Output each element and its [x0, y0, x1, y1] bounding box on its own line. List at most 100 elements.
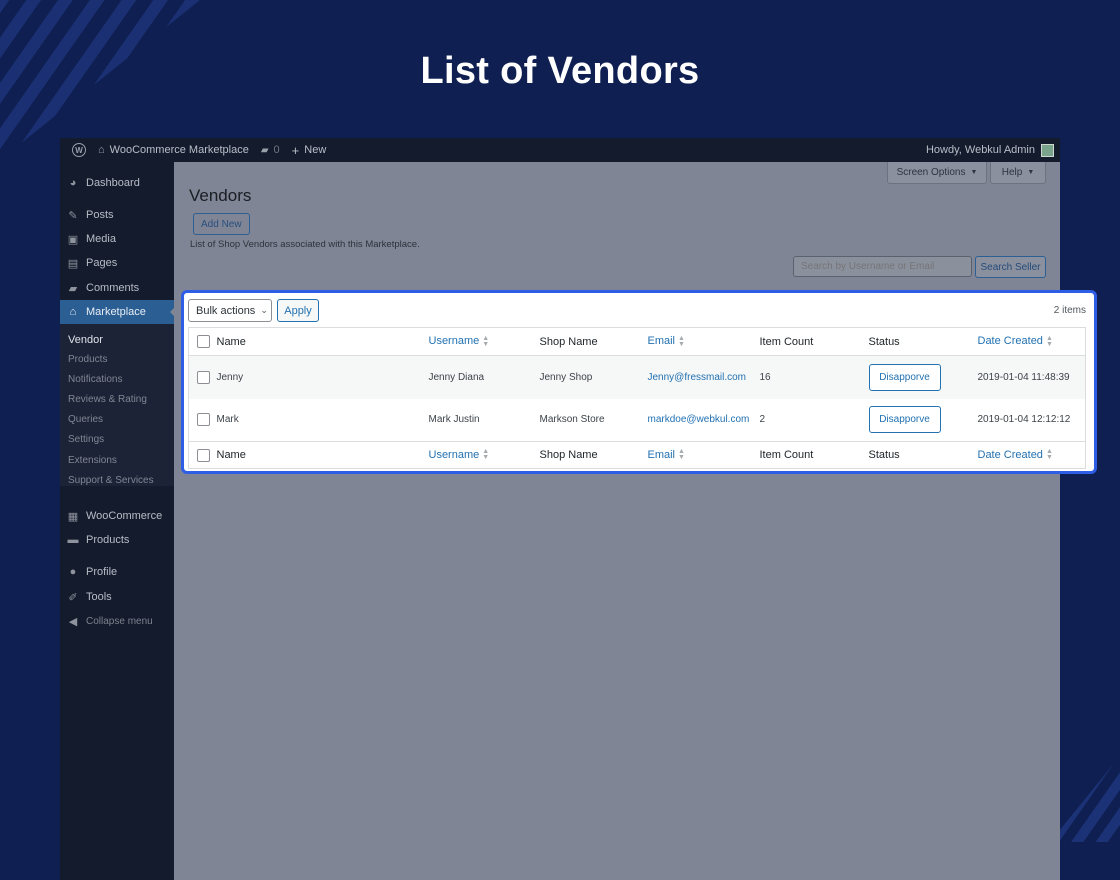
menu-label: Collapse menu [86, 615, 153, 627]
caret-down-icon: ▼ [1027, 169, 1035, 176]
menu-label: WooCommerce [86, 510, 163, 522]
submenu-reviews-rating[interactable]: Reviews & Rating [68, 394, 147, 405]
search-seller-button[interactable]: Search Seller [975, 256, 1046, 278]
table-row: Mark Mark Justin Markson Store markdoe@w… [189, 399, 1086, 442]
screen-options-button[interactable]: Screen Options ▼ [887, 162, 987, 184]
disapprove-button[interactable]: Disapporve [868, 363, 941, 391]
cell-item-count: 16 [759, 371, 771, 383]
menu-item-dashboard[interactable]: ◕ Dashboard [60, 171, 174, 195]
help-label: Help [1001, 167, 1023, 178]
footer-column-email-sort[interactable]: Email ▲ ▼ [648, 442, 760, 469]
cell-date-created: 2019-01-04 11:48:39 [977, 371, 1070, 383]
user-icon: ● [69, 566, 77, 578]
select-all-checkbox[interactable] [197, 335, 210, 348]
menu-item-collapse[interactable]: ◀ Collapse menu [60, 609, 174, 633]
table-footer-row: Name Username ▲ ▼ Shop Name Email ▲ ▼ Item C… [188, 441, 1086, 469]
cell-shop-name: Jenny Shop [539, 371, 593, 383]
footer-column-status: Status [868, 449, 900, 461]
menu-label: Tools [86, 591, 112, 603]
row-checkbox[interactable] [197, 413, 210, 427]
column-username-sort[interactable]: Username ▲ ▼ [429, 328, 540, 356]
apply-button[interactable]: Apply [277, 299, 319, 322]
column-status: Status [868, 335, 900, 348]
store-icon: ⌂ [69, 306, 77, 318]
site-name-link[interactable]: ⌂ WooCommerce Marketplace [98, 144, 249, 156]
bulk-actions-select[interactable]: Bulk actions ⌄ [188, 299, 272, 322]
pages-icon: ▤ [67, 257, 79, 270]
footer-column-shop-name: Shop Name [539, 449, 598, 461]
submenu-notifications[interactable]: Notifications [68, 374, 122, 385]
screen-options-label: Screen Options [896, 167, 966, 178]
menu-item-profile[interactable]: ● Profile [60, 560, 174, 584]
menu-label: Dashboard [86, 177, 140, 189]
search-input[interactable] [793, 256, 972, 277]
submenu-support-services[interactable]: Support & Services [68, 475, 154, 486]
submenu-vendor[interactable]: Vendor [68, 334, 103, 346]
row-checkbox[interactable] [197, 370, 210, 384]
cell-username: Jenny Diana [428, 371, 485, 383]
select-all-checkbox-footer[interactable] [197, 448, 210, 462]
table-header-row: Name Username ▲ ▼ Shop Name Email ▲ ▼ Item C… [188, 328, 1086, 356]
comments-link[interactable]: ▰ 0 [261, 144, 280, 156]
submenu-extensions[interactable]: Extensions [68, 455, 117, 466]
footer-column-username-sort[interactable]: Username ▲ ▼ [429, 442, 540, 469]
sort-icon: ▲ ▼ [678, 448, 685, 462]
column-date-created-sort[interactable]: Date Created ▲ ▼ [978, 328, 1086, 356]
main-content: Screen Options ▼ Help ▼ Vendors Add New … [174, 162, 1060, 880]
greeting: Howdy, Webkul Admin [925, 144, 1035, 156]
menu-item-media[interactable]: ▣ Media [60, 227, 174, 251]
column-username: Username [428, 335, 480, 348]
dashboard-icon: ◕ [69, 177, 77, 189]
admin-bar: W ⌂ WooCommerce Marketplace ▰ 0 + New Ho… [60, 138, 1060, 162]
sort-icon: ▲ ▼ [482, 334, 490, 348]
new-content-link[interactable]: + New [292, 143, 327, 158]
comment-icon: ▰ [68, 282, 78, 295]
submenu-queries[interactable]: Queries [68, 414, 103, 425]
pin-icon: ✎ [68, 209, 78, 222]
archive-icon: ▬ [67, 534, 79, 546]
menu-item-pages[interactable]: ▤ Pages [60, 251, 174, 275]
menu-item-posts[interactable]: ✎ Posts [60, 203, 174, 227]
column-name: Name [216, 335, 246, 348]
wordpress-logo[interactable]: W [72, 143, 86, 157]
disapprove-button[interactable]: Disapporve [868, 406, 941, 434]
menu-item-comments[interactable]: ▰ Comments [60, 276, 174, 300]
menu-label: Media [86, 233, 116, 245]
decorative-stripes-bottom-right [1050, 756, 1120, 842]
column-date-created: Date Created [977, 335, 1043, 348]
marketplace-submenu: Vendor Products Notifications Reviews & … [60, 324, 174, 486]
plus-icon: + [291, 142, 300, 158]
cell-email[interactable]: Jenny@fressmail.com [648, 356, 760, 399]
vendors-table-panel: Bulk actions ⌄ Apply 2 items Name Userna… [181, 290, 1097, 474]
menu-label: Comments [86, 282, 140, 294]
submenu-products[interactable]: Products [68, 354, 107, 365]
wordpress-icon: W [72, 143, 86, 157]
add-new-button[interactable]: Add New [193, 213, 250, 235]
avatar [1041, 143, 1054, 157]
table-row: Jenny Jenny Diana Jenny Shop Jenny@fress… [188, 355, 1086, 399]
menu-label: Posts [86, 209, 114, 221]
footer-column-date-created-sort[interactable]: Date Created ▲ ▼ [978, 442, 1086, 469]
account-menu[interactable]: Howdy, Webkul Admin [926, 138, 1054, 162]
submenu-settings[interactable]: Settings [68, 434, 104, 445]
chevron-down-icon: ⌄ [260, 305, 268, 315]
cell-email[interactable]: markdoe@webkul.com [648, 399, 760, 442]
wrench-icon: ✐ [68, 591, 78, 604]
menu-item-products[interactable]: ▬ Products [60, 528, 174, 552]
sort-icon: ▲ ▼ [1045, 448, 1053, 462]
menu-item-woocommerce[interactable]: ▦ WooCommerce [60, 504, 174, 528]
help-button[interactable]: Help ▼ [990, 162, 1046, 184]
footer-column-date-created: Date Created [977, 448, 1043, 461]
menu-item-marketplace[interactable]: ⌂ Marketplace [60, 300, 175, 324]
column-email-sort[interactable]: Email ▲ ▼ [648, 328, 760, 356]
menu-item-tools[interactable]: ✐ Tools [60, 585, 174, 609]
menu-label: Profile [86, 566, 118, 578]
column-item-count: Item Count [759, 335, 814, 348]
menu-label: Marketplace [86, 306, 146, 318]
vendors-table: Name Username ▲ ▼ Shop Name Email ▲ ▼ Item C… [188, 327, 1086, 469]
new-label: New [304, 144, 327, 156]
cell-name: Mark [216, 414, 239, 426]
collapse-icon: ◀ [68, 615, 78, 628]
items-count: 2 items [1053, 305, 1086, 316]
cell-shop-name: Markson Store [539, 414, 605, 426]
